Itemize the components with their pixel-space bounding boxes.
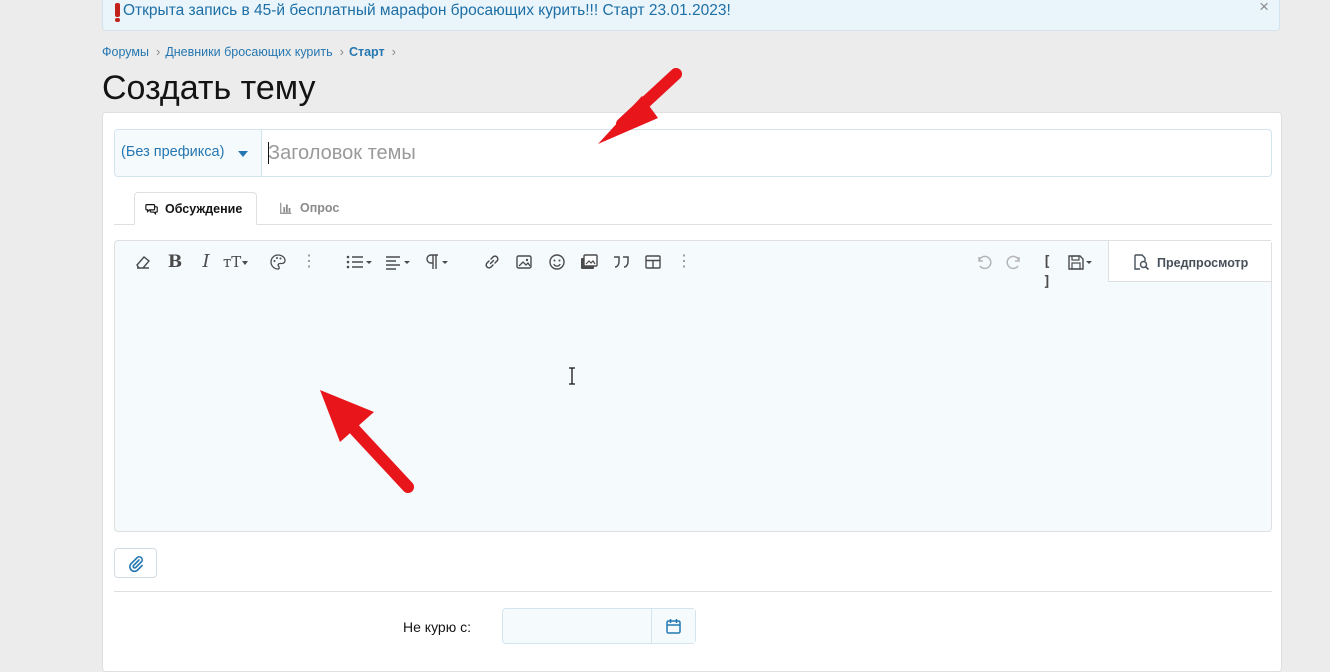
tab-poll-label: Опрос	[300, 201, 340, 215]
prefix-select[interactable]: (Без префикса)	[115, 130, 262, 176]
table-icon[interactable]	[642, 252, 664, 272]
breadcrumb-start[interactable]: Старт	[349, 45, 385, 59]
text-size-glyph: тТ	[223, 253, 242, 271]
page-title: Создать тему	[102, 69, 316, 107]
smilie-icon[interactable]	[546, 252, 568, 272]
breadcrumb: Форумы › Дневники бросающих курить › Старт ›	[102, 44, 401, 59]
comments-icon	[145, 204, 158, 216]
caret-down-icon	[238, 151, 248, 157]
tab-discussion[interactable]: Обсуждение	[134, 192, 257, 225]
palette-icon[interactable]	[267, 252, 289, 272]
tab-discussion-label: Обсуждение	[165, 202, 243, 216]
image-icon[interactable]	[513, 252, 535, 272]
align-icon[interactable]	[384, 252, 414, 272]
editor-tabs: Обсуждение Опрос	[114, 192, 1272, 225]
editor-body[interactable]	[115, 283, 1271, 531]
chevron-right-icon: ›	[391, 44, 396, 60]
attach-files-button[interactable]	[114, 548, 157, 578]
thread-title-input[interactable]	[262, 130, 1270, 176]
list-icon[interactable]	[344, 252, 374, 272]
text-cursor-icon	[569, 367, 575, 385]
breadcrumb-forums[interactable]: Форумы	[102, 45, 149, 59]
notice-text[interactable]: Открыта запись в 45-й бесплатный марафон…	[123, 0, 731, 22]
date-picker-button[interactable]	[651, 609, 695, 643]
calendar-icon	[666, 619, 681, 634]
text-size-icon[interactable]: тТ	[223, 252, 255, 272]
bar-chart-icon	[280, 202, 292, 214]
prefix-label: (Без префикса)	[121, 144, 225, 160]
preview-icon	[1134, 254, 1150, 271]
preview-label: Предпросмотр	[1157, 256, 1249, 270]
paragraph-icon[interactable]	[424, 252, 454, 272]
bold-icon[interactable]: B	[164, 252, 186, 272]
quote-icon[interactable]	[610, 252, 632, 272]
paperclip-icon	[129, 556, 143, 573]
more-icon[interactable]: ⋮	[676, 252, 692, 272]
link-icon[interactable]	[481, 252, 503, 272]
more-icon[interactable]: ⋮	[301, 252, 317, 272]
media-icon[interactable]	[578, 252, 600, 272]
title-row: (Без префикса)	[114, 129, 1272, 177]
undo-icon[interactable]	[972, 252, 994, 272]
breadcrumb-diaries[interactable]: Дневники бросающих курить	[165, 45, 332, 59]
drafts-icon[interactable]	[1066, 252, 1096, 272]
rich-text-editor: B I тТ ⋮ ⋮ [] Предпросмотр	[114, 240, 1272, 532]
close-icon[interactable]: ×	[1259, 0, 1269, 15]
eraser-icon[interactable]	[132, 252, 154, 272]
text-cursor	[268, 142, 269, 164]
quit-date-label: Не курю с:	[403, 619, 471, 635]
notice-banner: Открыта запись в 45-й бесплатный марафон…	[102, 0, 1280, 31]
quit-date-field	[502, 608, 696, 645]
quit-date-input[interactable]	[503, 609, 657, 645]
tab-poll[interactable]: Опрос	[269, 192, 359, 224]
caret-down-icon	[242, 261, 249, 265]
editor-toolbar: B I тТ ⋮ ⋮ [] Предпросмотр	[115, 240, 1271, 290]
redo-icon[interactable]	[1004, 252, 1026, 272]
divider	[114, 591, 1272, 592]
exclamation-icon	[113, 3, 121, 23]
create-thread-form: (Без префикса) Обсуждение Опрос	[102, 112, 1282, 672]
italic-icon[interactable]: I	[195, 252, 217, 272]
bbcode-icon[interactable]: [ ]	[1036, 252, 1058, 290]
chevron-right-icon: ›	[339, 44, 344, 60]
preview-button[interactable]: Предпросмотр	[1108, 240, 1271, 282]
chevron-right-icon: ›	[155, 44, 161, 60]
